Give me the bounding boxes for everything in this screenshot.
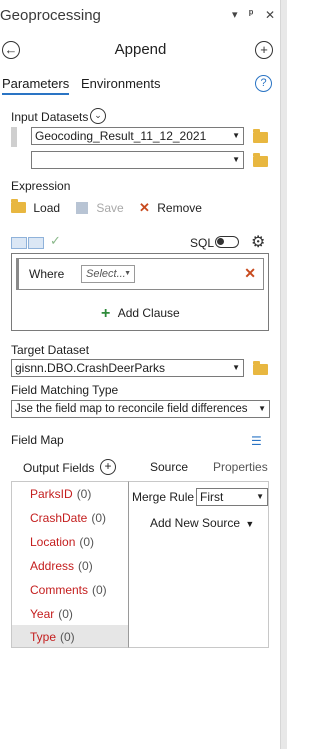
target-dataset-input[interactable]: gisnn.DBO.CrashDeerParks ▼	[11, 359, 244, 377]
field-matching-label: Field Matching Type	[11, 383, 119, 397]
pane-scrollbar[interactable]	[280, 0, 287, 749]
pin-icon[interactable]: ᵖ	[249, 8, 253, 20]
tool-header: Append ← +	[0, 38, 281, 62]
add-icon[interactable]: +	[255, 41, 273, 59]
sql-toggle[interactable]	[215, 236, 239, 248]
merge-rule-value: First	[200, 490, 224, 504]
tab-source[interactable]: Source	[150, 460, 188, 474]
folder-icon[interactable]	[253, 153, 268, 167]
dropdown-arrow-icon: ▼	[124, 270, 131, 277]
field-item-year[interactable]: Year (0)	[30, 607, 73, 621]
field-map-panel: Output Fields + Source Properties ParksI…	[11, 455, 269, 648]
plus-icon: +	[101, 305, 111, 322]
input-dataset-1-value: Geocoding_Result_11_12_2021	[35, 129, 207, 143]
back-icon[interactable]: ←	[2, 41, 20, 59]
add-new-source-button[interactable]: Add New Source ▼	[150, 516, 254, 530]
target-dataset-value: gisnn.DBO.CrashDeerParks	[15, 361, 166, 375]
chevron-down-icon[interactable]: ⌄	[90, 108, 106, 124]
sql-label: SQL	[190, 236, 215, 250]
where-label: Where	[29, 267, 65, 281]
source-panel: Merge Rule First ▼ Add New Source ▼	[129, 481, 269, 648]
where-clause-row: Where Select... ▼ ✕	[16, 258, 264, 290]
help-icon[interactable]: ?	[255, 75, 272, 92]
dropdown-arrow-icon: ▼	[232, 363, 240, 372]
clause-mode-icon[interactable]	[11, 237, 27, 249]
add-clause-label: Add Clause	[117, 306, 180, 320]
save-label: Save	[96, 201, 124, 215]
remove-label: Remove	[157, 201, 202, 215]
field-map-label: Field Map	[11, 433, 64, 447]
save-icon	[76, 202, 88, 214]
remove-x-icon: ✕	[139, 200, 150, 215]
list-options-icon[interactable]: ☰	[251, 434, 262, 448]
add-clause-button[interactable]: + Add Clause	[101, 305, 180, 323]
tool-tabs: Parameters Environments ?	[0, 75, 281, 97]
pane-titlebar: Geoprocessing ▾ ᵖ ✕	[0, 0, 281, 30]
dropdown-arrow-icon: ▼	[232, 131, 240, 140]
tab-environments[interactable]: Environments	[81, 76, 160, 91]
folder-icon[interactable]	[253, 129, 268, 143]
input-dataset-2[interactable]: ▼	[31, 151, 244, 169]
tab-parameters[interactable]: Parameters	[2, 76, 70, 95]
output-fields-list: ParksID (0) CrashDate (0) Location (0) Addr…	[11, 481, 129, 648]
field-item-parksid[interactable]: ParksID (0)	[30, 487, 91, 501]
field-item-crashdate[interactable]: CrashDate (0)	[30, 511, 106, 525]
input-datasets-label: Input Datasets	[11, 110, 89, 124]
tool-name: Append	[114, 41, 167, 58]
gear-icon[interactable]: ⚙	[251, 232, 265, 252]
sql-mode-icon[interactable]	[28, 237, 44, 249]
save-button[interactable]: Save	[76, 201, 124, 215]
field-select[interactable]: Select... ▼	[81, 265, 135, 283]
close-icon[interactable]: ✕	[265, 8, 275, 22]
pane-title: Geoprocessing	[0, 7, 101, 24]
add-field-icon[interactable]: +	[100, 459, 116, 475]
folder-icon	[11, 199, 26, 213]
add-new-source-label: Add New Source	[150, 516, 241, 530]
field-matching-value: Jse the field map to reconcile field dif…	[15, 403, 248, 415]
dropdown-arrow-icon: ▼	[256, 401, 266, 417]
input-row-handle[interactable]	[11, 127, 17, 147]
dropdown-arrow-icon: ▼	[232, 155, 240, 164]
load-button[interactable]: Load	[11, 199, 61, 215]
input-dataset-1[interactable]: Geocoding_Result_11_12_2021 ▼	[31, 127, 244, 145]
field-item-location[interactable]: Location (0)	[30, 535, 94, 549]
expression-label: Expression	[11, 179, 71, 193]
output-fields-label: Output Fields	[23, 461, 95, 475]
verify-check-icon[interactable]: ✓	[50, 233, 61, 249]
merge-rule-label: Merge Rule	[132, 490, 195, 504]
delete-clause-icon[interactable]: ✕	[244, 265, 256, 282]
field-select-placeholder: Select...	[86, 268, 126, 280]
remove-button[interactable]: ✕ Remove	[139, 200, 202, 216]
pane-menu-icon[interactable]: ▾	[232, 8, 238, 21]
field-item-type[interactable]: Type (0)	[30, 630, 75, 644]
field-matching-select[interactable]: Jse the field map to reconcile field dif…	[11, 400, 270, 418]
merge-rule-select[interactable]: First ▼	[196, 488, 268, 506]
field-item-comments[interactable]: Comments (0)	[30, 583, 107, 597]
target-dataset-label: Target Dataset	[11, 343, 90, 357]
dropdown-arrow-icon: ▼	[256, 492, 264, 501]
load-label: Load	[33, 201, 61, 215]
tab-properties[interactable]: Properties	[213, 460, 268, 474]
field-item-address[interactable]: Address (0)	[30, 559, 93, 573]
chevron-down-icon: ▼	[245, 519, 255, 529]
expression-builder: Where Select... ▼ ✕ + Add Clause	[11, 253, 269, 331]
folder-icon[interactable]	[253, 361, 268, 375]
